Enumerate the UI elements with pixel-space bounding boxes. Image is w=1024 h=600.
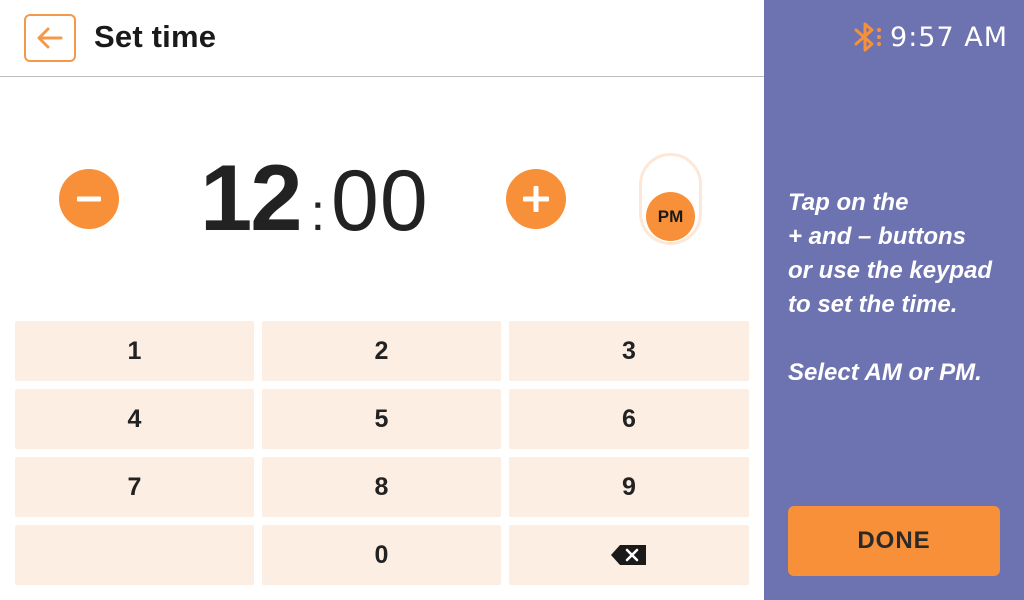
arrow-left-icon xyxy=(37,27,63,49)
key-5[interactable]: 5 xyxy=(262,389,501,449)
key-blank xyxy=(15,525,254,585)
key-6[interactable]: 6 xyxy=(509,389,749,449)
minutes-value[interactable]: 00 xyxy=(331,151,429,251)
time-display: 12 : 00 xyxy=(200,148,429,251)
keypad: 1 2 3 4 5 6 7 8 9 0 xyxy=(15,321,749,585)
am-pm-knob[interactable]: PM xyxy=(646,192,695,241)
key-2[interactable]: 2 xyxy=(262,321,501,381)
key-1[interactable]: 1 xyxy=(15,321,254,381)
minus-icon xyxy=(77,196,101,202)
done-button[interactable]: DONE xyxy=(788,506,1000,576)
status-bar: 9:57 AM xyxy=(850,20,1008,54)
key-0[interactable]: 0 xyxy=(262,525,501,585)
increment-button[interactable] xyxy=(506,169,566,229)
instruction-ampm-text: Select AM or PM. xyxy=(788,359,982,386)
key-4[interactable]: 4 xyxy=(15,389,254,449)
main-panel: Set time 12 : 00 PM 1 2 3 4 5 6 7 8 9 0 xyxy=(0,0,764,600)
decrement-button[interactable] xyxy=(59,169,119,229)
key-3[interactable]: 3 xyxy=(509,321,749,381)
key-8[interactable]: 8 xyxy=(262,457,501,517)
page-title: Set time xyxy=(94,19,217,54)
hours-value[interactable]: 12 xyxy=(200,148,303,248)
bluetooth-icon xyxy=(854,22,882,52)
back-button[interactable] xyxy=(24,14,76,62)
am-pm-toggle[interactable]: PM xyxy=(639,153,702,245)
info-panel: 9:57 AM Tap on the + and – buttons or us… xyxy=(764,0,1024,600)
plus-icon xyxy=(523,186,549,212)
header: Set time xyxy=(0,0,764,77)
instruction-text: Tap on the + and – buttons or use the ke… xyxy=(788,189,993,318)
status-time: 9:57 AM xyxy=(890,21,1008,53)
key-7[interactable]: 7 xyxy=(15,457,254,517)
key-9[interactable]: 9 xyxy=(509,457,749,517)
backspace-icon xyxy=(611,545,646,565)
time-separator: : xyxy=(310,184,326,242)
instructions: Tap on the + and – buttons or use the ke… xyxy=(788,186,1018,390)
backspace-key[interactable] xyxy=(509,525,749,585)
